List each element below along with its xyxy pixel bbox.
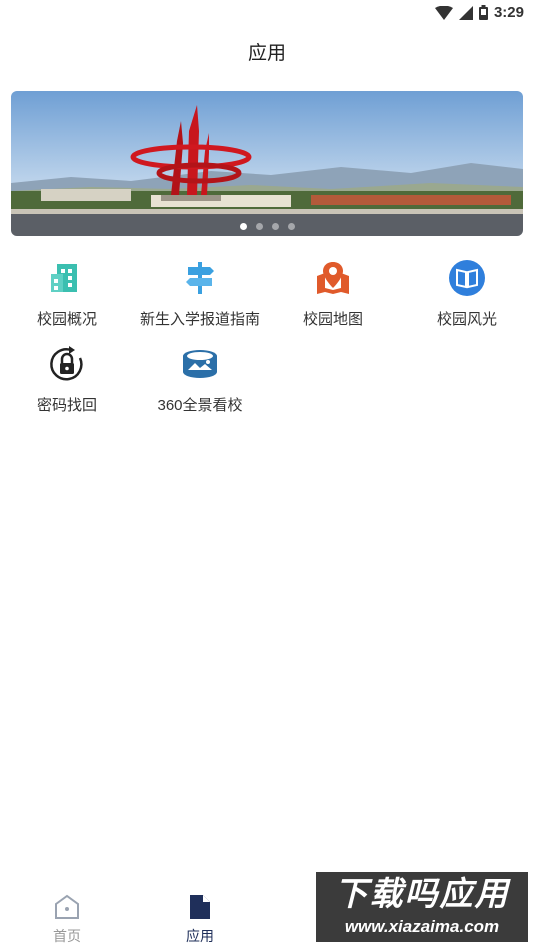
lock-reset-icon (47, 344, 87, 384)
document-icon (186, 893, 214, 921)
watermark-logo: 下载吗应用 www.xiazaima.com (316, 872, 528, 942)
panorama-360-icon (180, 344, 220, 384)
carousel-dot[interactable] (255, 223, 263, 230)
watermark-url: www.xiazaima.com (344, 917, 500, 936)
app-label: 密码找回 (36, 397, 97, 414)
map-pin-icon (313, 258, 353, 298)
app-label: 校园概况 (36, 311, 97, 328)
app-label: 校园风光 (436, 311, 497, 328)
nav-apps[interactable]: 应用 (133, 880, 267, 950)
book-icon (447, 258, 487, 298)
wifi-icon (434, 5, 453, 20)
carousel-indicator (11, 223, 523, 230)
app-password-recovery[interactable]: 密码找回 (0, 344, 134, 424)
battery-icon (478, 5, 488, 20)
app-label: 新生入学报道指南 (139, 311, 260, 328)
watermark-title: 下载吗应用 (334, 875, 510, 912)
app-enrollment-guide[interactable]: 新生入学报道指南 (133, 258, 267, 338)
signal-icon (458, 5, 473, 20)
carousel-dot[interactable] (271, 223, 279, 230)
status-bar: 3:29 (0, 0, 534, 28)
app-label: 校园地图 (302, 311, 363, 328)
nav-home[interactable]: 首页 (0, 880, 134, 950)
status-icons: 3:29 (434, 4, 524, 21)
banner-image (11, 91, 523, 236)
carousel-dot[interactable] (239, 223, 247, 230)
banner-carousel[interactable] (11, 91, 523, 236)
header: 应用 (0, 36, 534, 72)
nav-label: 首页 (53, 928, 81, 944)
nav-label: 应用 (186, 928, 214, 944)
app-label: 360全景看校 (157, 397, 243, 414)
page-title: 应用 (247, 43, 286, 64)
clock-time: 3:29 (493, 4, 524, 21)
app-campus-scenery[interactable]: 校园风光 (400, 258, 534, 338)
carousel-dot[interactable] (287, 223, 295, 230)
signpost-icon (180, 258, 220, 298)
app-campus-overview[interactable]: 校园概况 (0, 258, 134, 338)
app-360-panorama[interactable]: 360全景看校 (133, 344, 267, 424)
home-icon (53, 893, 81, 921)
building-icon (47, 258, 87, 298)
app-campus-map[interactable]: 校园地图 (266, 258, 400, 338)
